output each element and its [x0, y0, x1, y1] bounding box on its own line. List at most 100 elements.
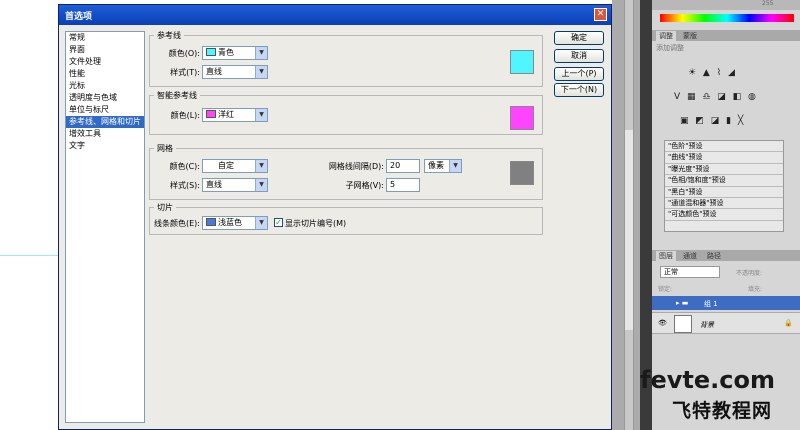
fill-label: 填充: — [748, 286, 763, 293]
grid-color-select[interactable]: 自定 ▼ — [202, 159, 268, 173]
adjustment-icons-row-2[interactable]: V ▦ ♎ ◪ ◧ ◍ — [674, 92, 758, 102]
chevron-down-icon: ▼ — [255, 160, 267, 172]
watermark-logo-cn: 飞特教程网 — [672, 400, 773, 422]
slices-line-color-label: 线条颜色(E): — [154, 219, 200, 228]
smart-guides-color-preview[interactable] — [510, 106, 534, 130]
grid-style-label: 样式(S): — [169, 181, 200, 190]
prev-button[interactable]: 上一个(P) — [554, 67, 604, 81]
nav-item-general[interactable]: 常规 — [66, 32, 144, 44]
tab-paths[interactable]: 路径 — [704, 251, 724, 261]
chevron-down-icon: ▼ — [255, 217, 267, 229]
chevron-down-icon: ▼ — [449, 160, 461, 172]
guides-group-title: 参考线 — [154, 30, 184, 41]
nav-item-guides-grid-slices[interactable]: 参考线、网格和切片 — [66, 116, 144, 128]
slices-line-color-select[interactable]: 浅蓝色 ▼ — [202, 216, 268, 230]
nav-item-file-handling[interactable]: 文件处理 — [66, 56, 144, 68]
preset-curves[interactable]: "曲线"预设 — [665, 152, 783, 164]
grid-color-value: 自定 — [218, 161, 234, 170]
cyan-swatch-icon — [206, 48, 216, 56]
layer-thumbnail — [674, 315, 692, 333]
preset-levels[interactable]: "色阶"预设 — [665, 141, 783, 153]
chevron-down-icon: ▼ — [255, 109, 267, 121]
blend-mode-select[interactable]: 正常 — [660, 266, 720, 278]
dialog-title: 首选项 — [65, 12, 93, 22]
guides-style-label: 样式(T): — [170, 68, 200, 77]
smart-guides-color-label: 颜色(L): — [170, 111, 200, 120]
color-panel-top: 255 — [652, 0, 800, 10]
grid-color-preview[interactable] — [510, 161, 534, 185]
nav-item-units-rulers[interactable]: 单位与标尺 — [66, 104, 144, 116]
lock-label: 锁定: — [658, 286, 673, 293]
nav-item-performance[interactable]: 性能 — [66, 68, 144, 80]
lightblue-swatch-icon — [206, 218, 216, 226]
smart-guides-color-value: 洋红 — [218, 110, 234, 119]
adjustments-tab-row: 调整 蒙版 — [652, 30, 800, 41]
grid-subdiv-label: 子网格(V): — [345, 181, 384, 190]
grid-style-select[interactable]: 直线 ▼ — [202, 178, 268, 192]
chevron-down-icon: ▼ — [255, 66, 267, 78]
tab-channels[interactable]: 通道 — [680, 251, 700, 261]
adjustment-icons-row-1[interactable]: ☀ ▲ ⌇ ◢ — [688, 68, 737, 78]
cancel-button[interactable]: 取消 — [554, 49, 604, 63]
nav-item-transparency[interactable]: 透明度与色域 — [66, 92, 144, 104]
guides-group: 参考线 颜色(O): 青色 ▼ 样式(T): 直线 ▼ — [149, 30, 543, 87]
adjustment-icons-row-3[interactable]: ▣ ◩ ◪ ▮ ╳ — [680, 116, 745, 126]
guides-color-preview[interactable] — [510, 50, 534, 74]
next-button[interactable]: 下一个(N) — [554, 83, 604, 97]
preset-selective-color[interactable]: "可选颜色"预设 — [665, 209, 783, 221]
preset-hue-saturation[interactable]: "色相/饱和度"预设 — [665, 175, 783, 187]
guides-style-select[interactable]: 直线 ▼ — [202, 65, 268, 79]
chevron-down-icon: ▼ — [255, 179, 267, 191]
grid-unit-select[interactable]: 像素 ▼ — [424, 159, 462, 173]
preset-exposure[interactable]: "曝光度"预设 — [665, 164, 783, 176]
layers-tab-row: 图层 通道 路径 — [652, 250, 800, 261]
tab-adjustments[interactable]: 调整 — [656, 31, 676, 41]
grid-group-title: 网格 — [154, 143, 176, 154]
adjustment-presets-list: "色阶"预设 "曲线"预设 "曝光度"预设 "色相/饱和度"预设 "黑白"预设 … — [664, 140, 784, 232]
preferences-dialog: 首选项 ✕ 常规 界面 文件处理 性能 光标 透明度与色域 单位与标尺 参考线、… — [58, 4, 612, 430]
canvas-guide-line — [0, 255, 60, 256]
guides-color-label: 颜色(O): — [168, 49, 200, 58]
nav-item-type[interactable]: 文字 — [66, 140, 144, 152]
smart-guides-group: 智能参考线 颜色(L): 洋红 ▼ — [149, 90, 543, 135]
grid-group: 网格 颜色(C): 自定 ▼ 样式(S): 直线 ▼ 网格线间隔(D): 20 … — [149, 143, 543, 200]
chevron-down-icon: ▼ — [255, 47, 267, 59]
nav-item-cursors[interactable]: 光标 — [66, 80, 144, 92]
magenta-swatch-icon — [206, 110, 216, 118]
grid-subdiv-input[interactable]: 5 — [386, 178, 420, 192]
layer-row-background[interactable]: 👁 背景 🔒 — [652, 312, 800, 334]
nav-item-interface[interactable]: 界面 — [66, 44, 144, 56]
guides-style-value: 直线 — [206, 67, 222, 76]
eye-icon[interactable]: 👁 — [658, 319, 667, 327]
smart-guides-group-title: 智能参考线 — [154, 90, 200, 101]
show-slice-numbers-label[interactable]: 显示切片编号(M) — [285, 218, 346, 229]
color-spectrum-bar[interactable] — [660, 14, 794, 22]
dialog-titlebar[interactable]: 首选项 ✕ — [59, 5, 611, 25]
grid-every-input[interactable]: 20 — [386, 159, 420, 173]
add-adjustment-label: 添加调整 — [656, 44, 684, 52]
layer-row-group[interactable]: ▸ ▬ 组 1 — [652, 296, 800, 310]
smart-guides-color-select[interactable]: 洋红 ▼ — [202, 108, 268, 122]
folder-icon: ▸ ▬ — [676, 299, 689, 307]
slices-group: 切片 线条颜色(E): 浅蓝色 ▼ ✓ 显示切片编号(M) — [149, 202, 543, 235]
layer-name: 组 1 — [704, 300, 718, 308]
guides-color-value: 青色 — [218, 48, 234, 57]
preset-black-white[interactable]: "黑白"预设 — [665, 187, 783, 198]
guides-color-select[interactable]: 青色 ▼ — [202, 46, 268, 60]
preferences-nav-list: 常规 界面 文件处理 性能 光标 透明度与色域 单位与标尺 参考线、网格和切片 … — [65, 31, 145, 423]
color-value-readout: 255 — [762, 0, 774, 7]
layer-name: 背景 — [700, 321, 714, 329]
show-slice-numbers-checkbox[interactable]: ✓ — [274, 218, 283, 227]
opacity-label: 不透明度: — [736, 270, 763, 277]
grid-style-value: 直线 — [206, 180, 222, 189]
scrollbar-thumb[interactable] — [625, 130, 633, 330]
preset-channel-mixer[interactable]: "通道混和器"预设 — [665, 198, 783, 210]
ok-button[interactable]: 确定 — [554, 31, 604, 45]
watermark-logo: fevte.com — [640, 366, 775, 394]
lock-icon: 🔒 — [784, 319, 793, 327]
nav-item-plugins[interactable]: 增效工具 — [66, 128, 144, 140]
grid-color-label: 颜色(C): — [169, 162, 200, 171]
close-icon[interactable]: ✕ — [594, 8, 607, 21]
tab-layers[interactable]: 图层 — [656, 251, 676, 261]
tab-masks[interactable]: 蒙版 — [680, 31, 700, 41]
